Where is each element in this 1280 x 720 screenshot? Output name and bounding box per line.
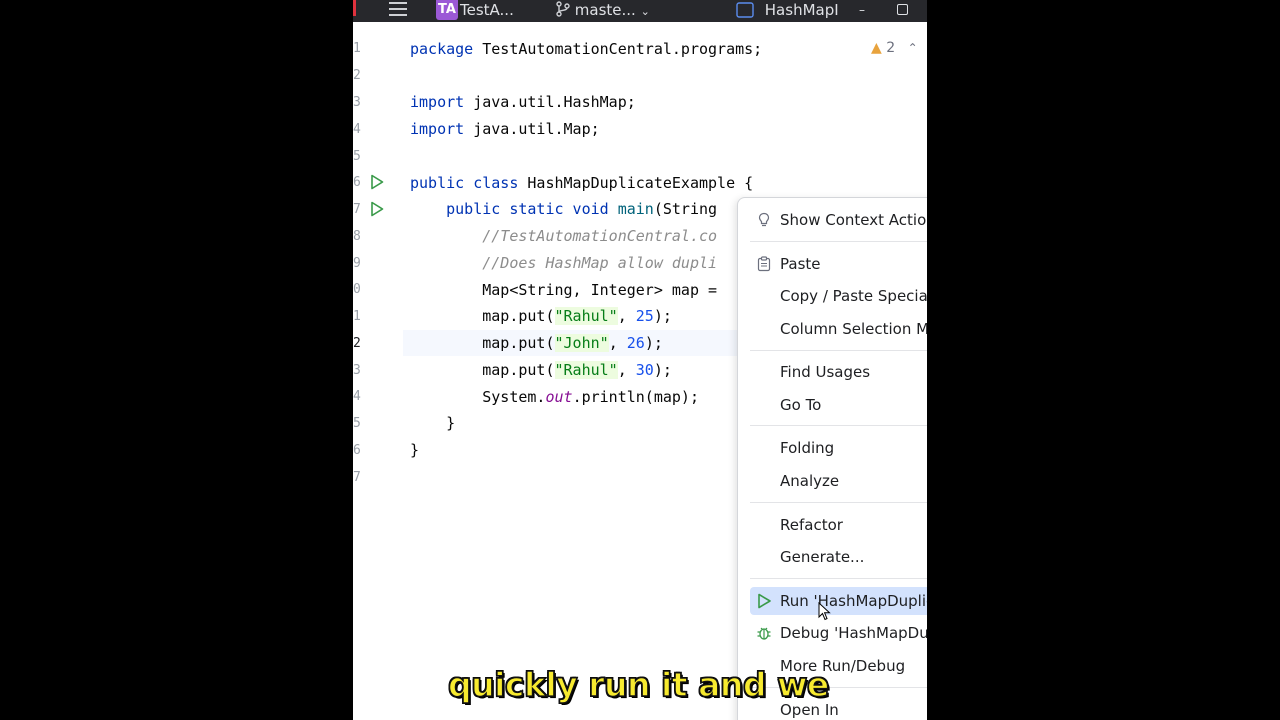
debug-bug-icon	[757, 627, 771, 640]
line-number: 6	[353, 175, 361, 190]
code-line: public class HashMapDuplicateExample {	[410, 174, 754, 192]
ide-window: TA TestA... maste... ⌄ HashMapI – 1 2 3	[353, 0, 927, 720]
menu-item-paste[interactable]: Paste	[750, 250, 927, 278]
file-tab-label: HashMapI	[764, 1, 839, 19]
mouse-pointer-icon	[818, 602, 831, 621]
line-number: 7	[353, 470, 361, 485]
code-line: import java.util.Map;	[410, 120, 600, 138]
menu-item-label: Column Selection M	[780, 320, 927, 338]
menu-item-label: Run 'HashMapDuplic	[780, 592, 927, 610]
line-number: 8	[353, 229, 361, 244]
menu-item-label: Analyze	[780, 472, 840, 490]
code-line: //Does HashMap allow dupli	[482, 254, 718, 272]
menu-item-label: Copy / Paste Specia	[780, 287, 927, 305]
line-number: 1	[353, 41, 361, 56]
line-number: 4	[353, 389, 361, 404]
line-number: 6	[353, 443, 361, 458]
menu-item-label: Generate...	[780, 548, 865, 566]
line-number: 5	[353, 416, 361, 431]
run-gutter-icon[interactable]	[370, 174, 384, 190]
project-selector[interactable]: TestA...	[460, 0, 514, 22]
line-number: 2	[353, 68, 361, 83]
window-edge-accent	[353, 0, 356, 16]
code-line: }	[410, 441, 420, 459]
code-line: Map<String, Integer> map =	[410, 281, 718, 299]
inspection-widget[interactable]: ▲ 2 ⌃	[871, 40, 918, 56]
maximize-icon[interactable]	[897, 4, 908, 15]
menu-item-show-context-actions[interactable]: Show Context Actio	[750, 206, 927, 234]
hamburger-menu-icon[interactable]	[389, 2, 407, 18]
menu-item-label: Go To	[780, 396, 822, 414]
line-number: 1	[353, 309, 361, 324]
branch-selector[interactable]: maste... ⌄	[556, 0, 650, 22]
code-line: import java.util.HashMap;	[410, 93, 636, 111]
menu-item-label: Debug 'HashMapDu	[780, 624, 927, 642]
menu-item-debug[interactable]: Debug 'HashMapDu	[750, 619, 927, 647]
menu-item-refactor[interactable]: Refactor	[750, 511, 927, 539]
menu-item-copy-paste-special[interactable]: Copy / Paste Specia	[750, 282, 927, 310]
line-number: 9	[353, 256, 361, 271]
menu-item-find-usages[interactable]: Find Usages	[750, 358, 927, 386]
clipboard-icon	[757, 256, 771, 272]
git-branch-icon	[556, 1, 570, 17]
title-bar: TA TestA... maste... ⌄ HashMapI –	[353, 0, 927, 22]
line-number: 3	[353, 95, 361, 110]
line-number: 3	[353, 363, 361, 378]
menu-item-label: Paste	[780, 255, 821, 273]
window-icon	[736, 2, 754, 18]
menu-item-column-selection-mode[interactable]: Column Selection M	[750, 315, 927, 343]
line-number: 7	[353, 202, 361, 217]
line-number: 5	[353, 149, 361, 164]
lightbulb-icon	[758, 212, 770, 227]
code-line: package TestAutomationCentral.programs;	[410, 40, 763, 58]
warning-icon: ▲	[871, 40, 882, 56]
menu-item-label: Show Context Actio	[780, 211, 927, 229]
menu-separator	[750, 578, 927, 579]
menu-item-label: Find Usages	[780, 363, 871, 381]
menu-item-folding[interactable]: Folding	[750, 434, 927, 462]
run-triangle-icon	[758, 593, 771, 609]
menu-item-label: Refactor	[780, 516, 843, 534]
line-number: 2	[353, 336, 361, 351]
menu-separator	[750, 425, 927, 426]
code-line: map.put("Rahul", 30);	[410, 361, 672, 379]
menu-item-go-to[interactable]: Go To	[750, 391, 927, 419]
code-line: public static void main(String	[446, 200, 718, 218]
file-tab[interactable]: HashMapI	[736, 0, 839, 22]
code-line: System.out.println(map);	[410, 388, 699, 406]
menu-item-label: Folding	[780, 439, 835, 457]
project-badge: TA	[436, 0, 458, 20]
menu-item-analyze[interactable]: Analyze	[750, 467, 927, 495]
chevron-up-icon: ⌃	[907, 41, 918, 55]
line-number: 0	[353, 282, 361, 297]
code-line: }	[410, 414, 456, 432]
chevron-down-icon: ⌄	[640, 5, 650, 18]
menu-item-run[interactable]: Run 'HashMapDuplic	[750, 587, 927, 615]
menu-separator	[750, 241, 927, 242]
menu-separator	[750, 350, 927, 351]
line-number: 4	[353, 122, 361, 137]
menu-item-generate[interactable]: Generate...	[750, 543, 927, 571]
video-caption: quickly run it and we	[447, 664, 830, 705]
menu-separator	[750, 502, 927, 503]
project-name: TestA...	[460, 1, 514, 19]
minimize-icon[interactable]: –	[859, 0, 865, 22]
code-line: map.put("John", 26);	[410, 334, 663, 352]
warning-count: 2	[886, 40, 896, 56]
run-gutter-icon[interactable]	[370, 201, 384, 217]
context-menu: Show Context Actio Paste Copy / Paste Sp…	[737, 197, 927, 720]
branch-name: maste...	[574, 1, 636, 19]
code-line: //TestAutomationCentral.co	[482, 227, 718, 245]
code-line: map.put("Rahul", 25);	[410, 307, 672, 325]
